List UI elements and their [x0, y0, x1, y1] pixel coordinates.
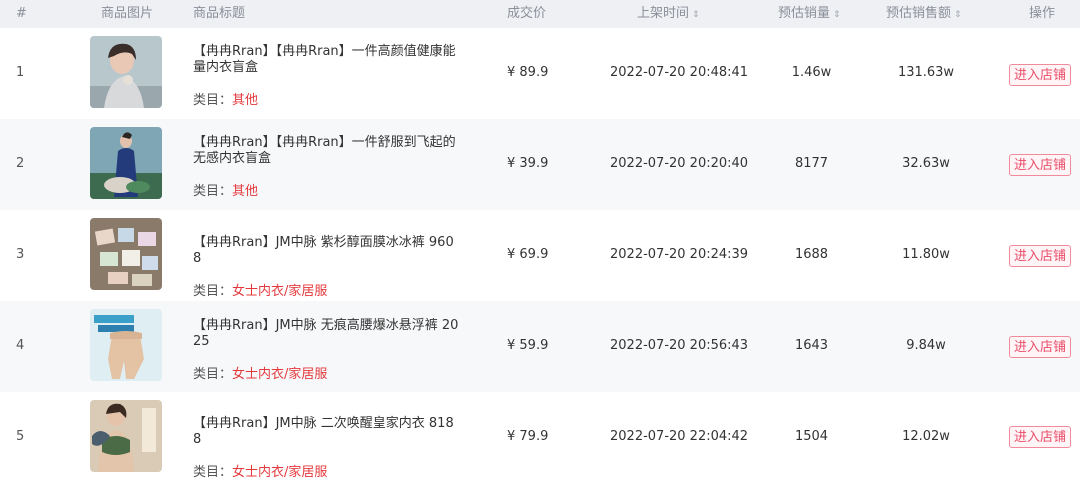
estimated-amount: 32.63w [902, 156, 950, 171]
col-est-sales[interactable]: 预估销量 ⇕ [778, 0, 841, 28]
product-image[interactable] [90, 127, 162, 199]
enter-shop-button[interactable]: 进入店铺 [1009, 245, 1071, 267]
product-title[interactable]: 【冉冉Rran】JM中脉 无痕高腰爆冰悬浮裤 2025 [193, 318, 461, 350]
listed-time: 2022-07-20 20:20:40 [610, 156, 749, 171]
product-image[interactable] [90, 400, 162, 472]
col-image: 商品图片 [101, 6, 154, 21]
col-price: 成交价 [507, 6, 547, 21]
deal-price: ¥ 79.9 [507, 429, 549, 444]
product-title[interactable]: 【冉冉Rran】【冉冉Rran】一件舒服到飞起的无感内衣盲盒 [193, 135, 461, 167]
row-index: 5 [16, 429, 25, 444]
deal-price: ¥ 69.9 [507, 247, 549, 262]
product-category: 类目：其他 [193, 184, 259, 199]
col-est-amount[interactable]: 预估销售额 ⇕ [886, 0, 962, 28]
product-category: 类目：女士内衣/家居服 [193, 284, 328, 299]
sort-icon[interactable]: ⇕ [954, 10, 962, 20]
enter-shop-button[interactable]: 进入店铺 [1009, 426, 1071, 448]
col-listed-time[interactable]: 上架时间 ⇕ [637, 0, 700, 28]
row-index: 4 [16, 338, 25, 353]
enter-shop-button[interactable]: 进入店铺 [1009, 154, 1071, 176]
table-row: 4 【冉冉Rran】JM中脉 无痕高腰爆冰悬浮裤 2025 类目：女士内衣/家居… [0, 301, 1080, 392]
enter-shop-button[interactable]: 进入店铺 [1009, 336, 1071, 358]
col-index: # [16, 6, 27, 21]
enter-shop-button[interactable]: 进入店铺 [1009, 64, 1071, 86]
estimated-amount: 131.63w [897, 65, 955, 80]
estimated-sales: 1.46w [791, 65, 832, 80]
listed-time: 2022-07-20 20:24:39 [610, 247, 749, 262]
estimated-sales: 1504 [794, 429, 829, 444]
estimated-sales: 1688 [794, 247, 829, 262]
estimated-sales: 1643 [794, 338, 829, 353]
estimated-sales: 8177 [794, 156, 829, 171]
product-category: 类目：其他 [193, 93, 259, 108]
table-row: 1 【冉冉Rran】【冉冉Rran】一件高颜值健康能量内衣盲盒 类目：其他 ¥ … [0, 28, 1080, 119]
listed-time: 2022-07-20 22:04:42 [610, 429, 749, 444]
table-row: 2 【冉冉Rran】【冉冉Rran】一件舒服到飞起的无感内衣盲盒 类目：其他 ¥… [0, 119, 1080, 210]
product-photo-icon [90, 400, 162, 472]
table-row: 3 【冉冉Rran】JM中脉 紫杉醇面膜冰冰裤 9608 类目：女士内衣/家居服… [0, 210, 1080, 301]
deal-price: ¥ 59.9 [507, 338, 549, 353]
table-row: 5 【冉冉Rran】JM中脉 二次唤醒皇家内衣 8188 类目：女士内衣/家居服… [0, 392, 1080, 483]
product-image[interactable] [90, 309, 162, 381]
product-photo-icon [90, 36, 162, 108]
product-photo-icon [90, 309, 162, 381]
row-index: 3 [16, 247, 25, 262]
col-action: 操作 [1029, 6, 1056, 21]
listed-time: 2022-07-20 20:48:41 [610, 65, 749, 80]
product-title[interactable]: 【冉冉Rran】【冉冉Rran】一件高颜值健康能量内衣盲盒 [193, 44, 461, 76]
product-category: 类目：女士内衣/家居服 [193, 367, 328, 382]
row-index: 1 [16, 65, 25, 80]
product-photo-icon [90, 218, 162, 290]
product-category: 类目：女士内衣/家居服 [193, 465, 328, 480]
estimated-amount: 9.84w [906, 338, 946, 353]
sort-icon[interactable]: ⇕ [833, 10, 841, 20]
estimated-amount: 11.80w [902, 247, 950, 262]
product-photo-icon [90, 127, 162, 199]
row-index: 2 [16, 156, 25, 171]
deal-price: ¥ 39.9 [507, 156, 549, 171]
product-image[interactable] [90, 218, 162, 290]
deal-price: ¥ 89.9 [507, 65, 549, 80]
product-title[interactable]: 【冉冉Rran】JM中脉 紫杉醇面膜冰冰裤 9608 [193, 235, 461, 267]
product-table: # 商品图片 商品标题 成交价 上架时间 ⇕ 预估销量 ⇕ 预估销售额 ⇕ 操作 1 … [0, 0, 1080, 491]
sort-icon[interactable]: ⇕ [692, 10, 700, 20]
col-title: 商品标题 [193, 6, 246, 21]
product-image[interactable] [90, 36, 162, 108]
listed-time: 2022-07-20 20:56:43 [610, 338, 749, 353]
product-title[interactable]: 【冉冉Rran】JM中脉 二次唤醒皇家内衣 8188 [193, 416, 461, 448]
estimated-amount: 12.02w [902, 429, 950, 444]
table-header: # 商品图片 商品标题 成交价 上架时间 ⇕ 预估销量 ⇕ 预估销售额 ⇕ 操作 [0, 0, 1080, 28]
